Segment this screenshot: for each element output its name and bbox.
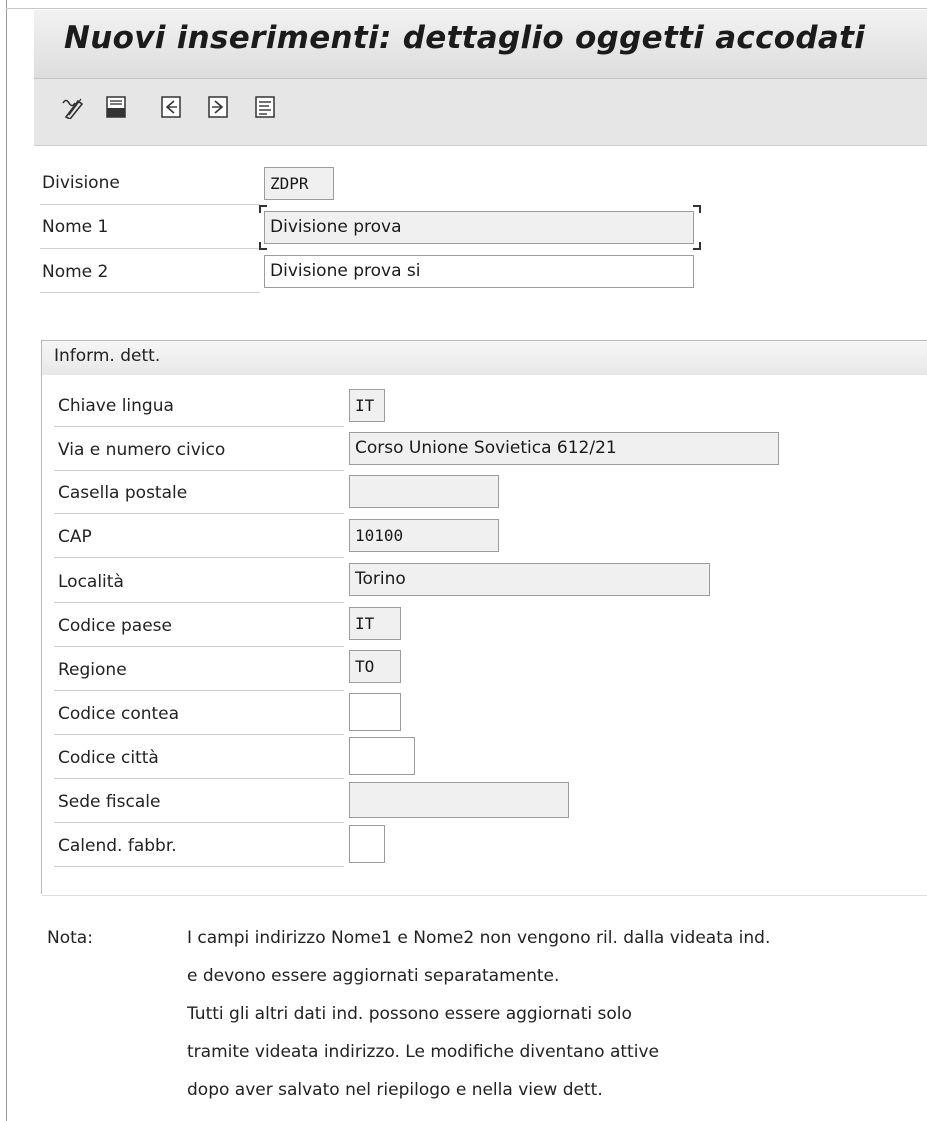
nome2-label: Nome 2 xyxy=(42,262,109,282)
nome1-field[interactable]: Divisione prova xyxy=(264,211,694,244)
divider xyxy=(40,204,260,205)
via-label: Via e numero civico xyxy=(58,440,226,460)
details-group-title: Inform. dett. xyxy=(54,346,161,366)
application-toolbar xyxy=(34,79,927,146)
divider xyxy=(54,646,344,647)
via-field[interactable]: Corso Unione Sovietica 612/21 xyxy=(349,432,779,465)
divider xyxy=(54,690,344,691)
divider xyxy=(54,513,344,514)
nome2-field[interactable]: Divisione prova si xyxy=(264,255,694,288)
save-icon[interactable] xyxy=(103,94,129,120)
details-group-header: Inform. dett. xyxy=(42,341,927,376)
title-bar: Nuovi inserimenti: dettaglio oggetti acc… xyxy=(34,10,927,79)
sede-fiscale-label: Sede fiscale xyxy=(58,792,161,812)
divider xyxy=(54,470,344,471)
focus-corner xyxy=(693,242,701,250)
note-line: tramite videata indirizzo. Le modifiche … xyxy=(187,1042,659,1062)
localita-label: Località xyxy=(58,572,124,592)
casella-postale-label: Casella postale xyxy=(58,483,188,503)
divisione-field[interactable]: ZDPR xyxy=(264,167,334,200)
cap-label: CAP xyxy=(58,527,92,547)
divider xyxy=(54,602,344,603)
note-line: Tutti gli altri dati ind. possono essere… xyxy=(187,1004,632,1024)
previous-entry-icon[interactable] xyxy=(158,94,184,120)
divider xyxy=(54,822,344,823)
divider xyxy=(40,248,260,249)
codice-citta-label: Codice città xyxy=(58,748,159,768)
divider xyxy=(54,778,344,779)
change-display-icon[interactable] xyxy=(60,94,86,120)
chiave-lingua-field[interactable]: IT xyxy=(349,389,385,422)
page-title: Nuovi inserimenti: dettaglio oggetti acc… xyxy=(64,20,866,56)
note-label: Nota: xyxy=(47,928,93,948)
codice-paese-label: Codice paese xyxy=(58,616,172,636)
calend-fabbr-label: Calend. fabbr. xyxy=(58,836,177,856)
nome1-label: Nome 1 xyxy=(42,217,109,237)
codice-paese-field[interactable]: IT xyxy=(349,607,401,640)
divider xyxy=(54,866,344,867)
note-line: I campi indirizzo Nome1 e Nome2 non veng… xyxy=(187,928,771,948)
calend-fabbr-field[interactable] xyxy=(349,825,385,863)
regione-field[interactable]: TO xyxy=(349,650,401,683)
codice-contea-label: Codice contea xyxy=(58,704,180,724)
focus-corner xyxy=(259,205,267,213)
focus-corner xyxy=(693,205,701,213)
note-line: e devono essere aggiornati separatamente… xyxy=(187,966,560,986)
regione-label: Regione xyxy=(58,660,127,680)
next-entry-icon[interactable] xyxy=(205,94,231,120)
chiave-lingua-label: Chiave lingua xyxy=(58,396,174,416)
divisione-label: Divisione xyxy=(42,173,120,193)
note-line: dopo aver salvato nel riepilogo e nella … xyxy=(187,1080,603,1100)
window-top-border xyxy=(6,8,927,9)
sede-fiscale-field[interactable] xyxy=(349,782,569,818)
casella-postale-field[interactable] xyxy=(349,475,499,508)
codice-contea-field[interactable] xyxy=(349,693,401,731)
cap-field[interactable]: 10100 xyxy=(349,519,499,552)
divider xyxy=(54,557,344,558)
details-list-icon[interactable] xyxy=(252,94,278,120)
divider xyxy=(40,292,260,293)
localita-field[interactable]: Torino xyxy=(349,563,710,596)
focus-corner xyxy=(259,242,267,250)
divider xyxy=(54,734,344,735)
divider xyxy=(54,426,344,427)
window-left-border xyxy=(6,0,7,1121)
codice-citta-field[interactable] xyxy=(349,737,415,775)
